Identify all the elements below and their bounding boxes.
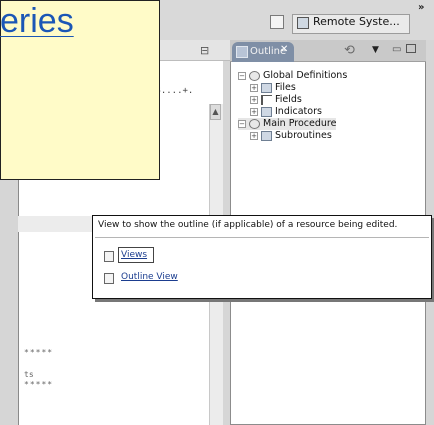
expand-icon[interactable]: + xyxy=(250,95,258,104)
editor-highlight-line xyxy=(18,216,98,232)
open-perspective-icon[interactable] xyxy=(270,15,284,29)
expand-icon[interactable]: + xyxy=(250,83,258,92)
minimize-icon[interactable]: ▭ xyxy=(392,44,401,55)
outline-view-link[interactable]: Outline View xyxy=(121,272,178,282)
remote-systems-icon xyxy=(297,17,309,29)
files-icon xyxy=(261,82,272,93)
editor-comment-line: ***** xyxy=(24,348,54,357)
tooltip-description: View to show the outline (if applicable)… xyxy=(98,220,398,230)
fields-icon xyxy=(261,94,272,105)
views-link[interactable]: Views xyxy=(121,250,147,260)
callout-link[interactable]: eries xyxy=(0,2,74,41)
tree-item-label: Global Definitions xyxy=(263,70,348,81)
remote-systems-label: Remote Syste... xyxy=(313,15,400,28)
maximize-icon[interactable] xyxy=(406,44,416,53)
collapse-icon[interactable]: − xyxy=(238,71,246,80)
tree-item[interactable]: + Indicators xyxy=(250,106,322,118)
editor-comment-line: ***** xyxy=(24,380,54,389)
view-menu-icon[interactable]: ⊟ xyxy=(200,44,209,57)
tree-item-label: Subroutines xyxy=(275,130,332,141)
gear-icon xyxy=(249,70,260,81)
expand-icon[interactable]: + xyxy=(250,131,258,140)
tree-item-label: Indicators xyxy=(275,106,322,117)
close-icon[interactable]: ✕ xyxy=(280,44,288,55)
tree-item[interactable]: + Subroutines xyxy=(250,130,332,142)
toolbar-overflow-chevron[interactable]: » xyxy=(418,2,424,13)
outline-view-icon xyxy=(236,46,248,58)
tooltip-divider xyxy=(95,237,429,238)
tree-item-label: Files xyxy=(275,82,296,93)
view-menu-chevron-icon[interactable]: ▼ xyxy=(372,45,379,55)
editor-code-line: ts xyxy=(24,370,34,379)
tree-item-label: Fields xyxy=(275,94,302,105)
tree-item[interactable]: − Main Procedure xyxy=(238,118,337,130)
expand-icon[interactable]: + xyxy=(250,107,258,116)
sync-icon[interactable]: ⟲ xyxy=(344,43,355,58)
gear-icon xyxy=(249,118,260,129)
document-icon xyxy=(104,251,114,262)
tree-item-label: Main Procedure xyxy=(263,118,337,129)
indicators-icon xyxy=(261,106,272,117)
tree-item[interactable]: + Fields xyxy=(250,94,302,106)
document-icon xyxy=(104,273,114,284)
folder-icon xyxy=(261,130,272,141)
scroll-up-arrow-icon[interactable]: ▲ xyxy=(210,104,221,120)
collapse-icon[interactable]: − xyxy=(238,119,246,128)
tree-item[interactable]: − Global Definitions xyxy=(238,70,347,82)
tree-item[interactable]: + Files xyxy=(250,82,296,94)
